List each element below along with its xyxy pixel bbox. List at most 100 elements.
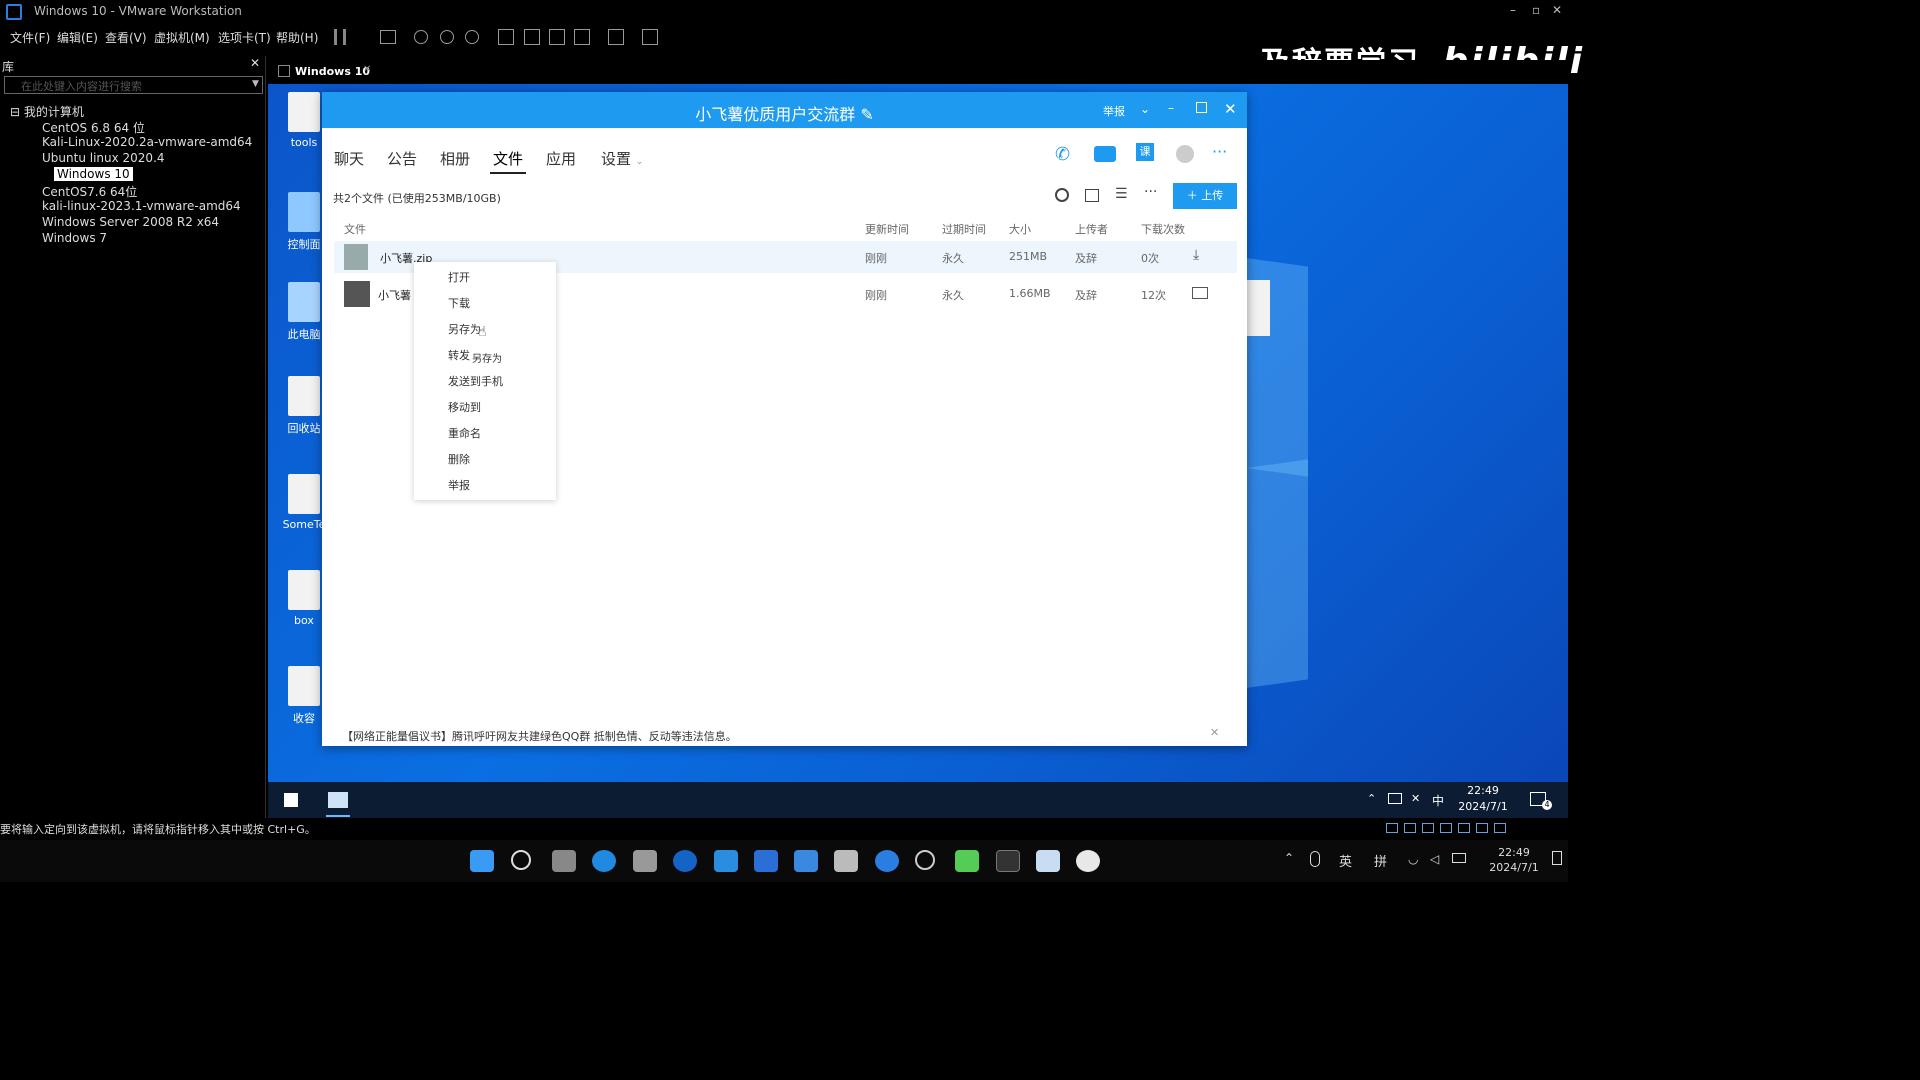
menu-item-rename[interactable]: 重命名 [448, 425, 481, 441]
class-icon[interactable]: 课 [1136, 143, 1154, 161]
edit-icon[interactable]: ✎ [860, 105, 873, 124]
report-button[interactable]: 举报 [1103, 103, 1125, 119]
menu-tabs[interactable]: 选项卡(T) [218, 29, 271, 46]
download-icon[interactable]: ⤓ [1193, 247, 1199, 263]
video-call-icon[interactable] [1094, 146, 1116, 162]
chevron-down-icon[interactable]: ▼ [252, 79, 259, 89]
device-icon[interactable] [1404, 823, 1416, 833]
folder-icon[interactable] [1192, 287, 1208, 299]
menu-file[interactable]: 文件(F) [10, 29, 50, 46]
menu-item-delete[interactable]: 删除 [448, 451, 470, 467]
vm-tab-close-icon[interactable]: ✕ [363, 64, 371, 75]
col-size[interactable]: 大小 [1009, 221, 1031, 237]
menu-item-send-phone[interactable]: 发送到手机 [448, 373, 503, 389]
stretch-icon[interactable] [642, 29, 658, 45]
upload-button[interactable]: ＋ 上传 [1173, 183, 1237, 209]
console-icon[interactable] [608, 29, 624, 45]
notification-icon[interactable] [1552, 851, 1562, 865]
tree-item[interactable]: kali-linux-2023.1-vmware-amd64 [42, 199, 241, 213]
microphone-icon[interactable] [1310, 851, 1320, 867]
clock-date[interactable]: 2024/7/1 [1454, 800, 1512, 813]
start-icon[interactable] [284, 793, 298, 807]
col-updated[interactable]: 更新时间 [865, 221, 909, 237]
menu-help[interactable]: 帮助(H) [276, 29, 318, 46]
tab-chat[interactable]: 聊天 [334, 148, 364, 169]
file-name[interactable]: 小飞薯 [378, 287, 411, 303]
clock-date[interactable]: 2024/7/1 [1482, 861, 1546, 874]
start-icon[interactable] [470, 850, 494, 872]
maximize-button[interactable] [1196, 102, 1207, 113]
edge-icon[interactable] [592, 850, 616, 872]
close-button[interactable]: ✕ [1224, 100, 1237, 118]
col-uploader[interactable]: 上传者 [1075, 221, 1108, 237]
vscode-icon[interactable] [714, 850, 738, 872]
fullscreen-icon[interactable] [549, 29, 565, 45]
volume-muted-icon[interactable]: ✕ [1411, 792, 1420, 805]
menu-item-report[interactable]: 举报 [448, 477, 470, 493]
notice-close-icon[interactable]: ✕ [1210, 726, 1219, 739]
task-view-icon[interactable] [552, 850, 576, 872]
tree-item-selected[interactable]: Windows 10 [54, 167, 133, 181]
device-icon[interactable] [1476, 823, 1488, 833]
app-icon[interactable] [633, 850, 657, 872]
minimize-button[interactable]: – [1168, 101, 1174, 115]
ime-indicator[interactable]: 拼 [1374, 851, 1387, 870]
app-icon[interactable] [673, 850, 697, 872]
ime-indicator[interactable]: 中 [1432, 792, 1444, 809]
app-icon[interactable] [794, 850, 818, 872]
wechat-icon[interactable] [955, 850, 979, 872]
library-close-icon[interactable]: ✕ [250, 56, 260, 70]
more-icon[interactable]: ··· [1212, 142, 1227, 161]
menu-item-move[interactable]: 移动到 [448, 399, 481, 415]
device-icon[interactable] [1494, 823, 1506, 833]
tab-settings[interactable]: 设置 ⌄ [601, 148, 643, 169]
wifi-icon[interactable]: ◡ [1408, 852, 1418, 866]
menu-item-save-as[interactable]: 另存为 [448, 321, 481, 337]
chevron-up-icon[interactable]: ⌃ [1367, 792, 1376, 805]
library-search-input[interactable]: 在此处键入内容进行搜索 ▼ [4, 76, 263, 94]
send-keys-icon[interactable] [380, 30, 396, 44]
chevron-down-icon[interactable]: ⌄ [1140, 102, 1150, 116]
vm-tab-label[interactable]: Windows 10 [295, 65, 370, 78]
menu-item-forward[interactable]: 转发 [448, 347, 470, 363]
snapshot-manager-icon[interactable] [465, 30, 479, 44]
device-icon[interactable] [1440, 823, 1452, 833]
more-icon[interactable]: ··· [1144, 184, 1157, 200]
phone-icon[interactable]: ✆ [1055, 144, 1070, 165]
col-downloads[interactable]: 下载次数 [1141, 221, 1185, 237]
network-icon[interactable] [1388, 793, 1402, 804]
tree-item[interactable]: CentOS7.6 64位 [42, 183, 137, 200]
word-icon[interactable] [754, 850, 778, 872]
menu-item-download[interactable]: 下载 [448, 295, 470, 311]
device-icon[interactable] [1458, 823, 1470, 833]
tab-files[interactable]: 文件 [493, 148, 523, 169]
tab-apps[interactable]: 应用 [546, 148, 576, 169]
pause-icon[interactable] [334, 29, 346, 45]
tree-item[interactable]: CentOS 6.8 64 位 [42, 119, 145, 136]
search-tool-icon[interactable] [915, 850, 935, 870]
tab-album[interactable]: 相册 [440, 148, 470, 169]
thumbnail-icon[interactable] [524, 29, 540, 45]
clock-time[interactable]: 22:49 [1486, 846, 1542, 859]
app-icon[interactable] [875, 850, 899, 872]
chevron-up-icon[interactable]: ⌃ [1284, 851, 1294, 865]
device-icon[interactable] [1422, 823, 1434, 833]
qq-icon[interactable] [1076, 850, 1100, 872]
language-indicator[interactable]: 英 [1339, 851, 1352, 870]
clock-time[interactable]: 22:49 [1458, 784, 1508, 797]
tree-item[interactable]: Kali-Linux-2020.2a-vmware-amd64 [42, 135, 252, 149]
tree-item[interactable]: Ubuntu linux 2020.4 [42, 151, 165, 165]
volume-icon[interactable]: ◁ [1430, 852, 1439, 866]
col-file[interactable]: 文件 [344, 221, 366, 237]
apps-icon[interactable] [1176, 145, 1194, 163]
battery-icon[interactable] [1452, 853, 1466, 863]
col-expires[interactable]: 过期时间 [942, 221, 986, 237]
list-view-icon[interactable]: ☰ [1115, 186, 1128, 202]
search-icon[interactable] [511, 850, 531, 870]
menu-view[interactable]: 查看(V) [105, 29, 147, 46]
menu-vm[interactable]: 虚拟机(M) [154, 29, 210, 46]
terminal-icon[interactable] [996, 850, 1020, 872]
menu-edit[interactable]: 编辑(E) [57, 29, 98, 46]
minimize-button[interactable]: – [1510, 3, 1516, 17]
close-button[interactable]: ✕ [1552, 3, 1562, 17]
